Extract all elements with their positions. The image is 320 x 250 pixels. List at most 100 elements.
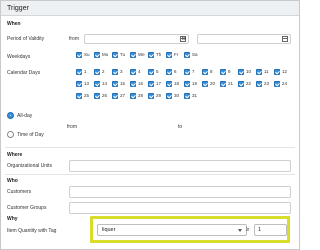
calendar-day-checkbox[interactable] xyxy=(112,93,118,99)
calendar-day-checkbox[interactable] xyxy=(112,69,118,75)
calendar-day-label: 6 xyxy=(174,69,177,74)
tag-select[interactable]: liquer xyxy=(97,224,247,236)
weekday-label: Th xyxy=(156,52,162,57)
org-units-label: Organizational Units xyxy=(7,163,53,169)
calendar-icon[interactable] xyxy=(282,36,288,42)
weekdays-label: Weekdays xyxy=(7,54,31,60)
operator-label: ≥ xyxy=(246,227,250,233)
customer-groups-input[interactable] xyxy=(69,202,291,214)
period-to-label: to xyxy=(182,36,187,42)
time-of-day-label: Time of Day xyxy=(17,132,44,138)
weekday-checkbox[interactable] xyxy=(76,52,82,58)
weekday-label: Mo xyxy=(102,52,109,57)
calendar-day-label: 26 xyxy=(102,93,108,98)
calendar-day-label: 12 xyxy=(282,69,288,74)
calendar-day-checkbox[interactable] xyxy=(130,93,136,99)
org-units-input[interactable] xyxy=(69,160,291,172)
calendar-day-checkbox[interactable] xyxy=(256,69,262,75)
time-to-label: to xyxy=(178,124,183,130)
calendar-day-checkbox[interactable] xyxy=(184,69,190,75)
calendar-day-label: 8 xyxy=(210,69,213,74)
calendar-day-checkbox[interactable] xyxy=(238,81,244,87)
period-label: Period of Validity xyxy=(7,36,45,42)
customers-input[interactable] xyxy=(69,186,291,198)
calendar-day-label: 23 xyxy=(264,81,270,86)
tag-select-value: liquer xyxy=(102,227,116,233)
calendar-day-label: 13 xyxy=(84,81,90,86)
calendar-day-checkbox[interactable] xyxy=(220,81,226,87)
section-who: Who xyxy=(7,178,18,184)
calendar-day-checkbox[interactable] xyxy=(184,81,190,87)
calendar-day-checkbox[interactable] xyxy=(238,69,244,75)
calendar-day-checkbox[interactable] xyxy=(76,81,82,87)
section-when: When xyxy=(7,21,21,27)
calendar-day-checkbox[interactable] xyxy=(166,81,172,87)
calendar-day-checkbox[interactable] xyxy=(130,69,136,75)
calendar-day-checkbox[interactable] xyxy=(76,93,82,99)
all-day-label: All-day xyxy=(17,113,33,119)
calendar-day-label: 4 xyxy=(138,69,141,74)
time-of-day-radio[interactable] xyxy=(7,131,14,138)
period-to-input[interactable] xyxy=(197,34,291,44)
calendar-day-checkbox[interactable] xyxy=(148,81,154,87)
calendar-day-label: 21 xyxy=(228,81,234,86)
calendar-day-label: 14 xyxy=(102,81,108,86)
calendar-day-label: 22 xyxy=(246,81,252,86)
calendar-days-label: Calendar Days xyxy=(7,70,41,76)
weekday-checkbox[interactable] xyxy=(130,52,136,58)
calendar-day-checkbox[interactable] xyxy=(148,93,154,99)
divider xyxy=(5,174,295,175)
calendar-day-checkbox[interactable] xyxy=(130,81,136,87)
weekday-checkbox[interactable] xyxy=(148,52,154,58)
customers-label: Customers xyxy=(7,189,32,195)
trigger-panel: Trigger When Period of Validity from to … xyxy=(0,0,300,250)
time-from-label: from xyxy=(67,124,77,130)
weekday-checkbox[interactable] xyxy=(94,52,100,58)
weekday-checkbox[interactable] xyxy=(112,52,118,58)
calendar-day-checkbox[interactable] xyxy=(202,69,208,75)
calendar-day-checkbox[interactable] xyxy=(166,69,172,75)
calendar-day-label: 31 xyxy=(192,93,198,98)
weekday-label: We xyxy=(138,52,145,57)
calendar-day-label: 2 xyxy=(102,69,105,74)
calendar-day-label: 30 xyxy=(174,93,180,98)
calendar-day-checkbox[interactable] xyxy=(274,69,280,75)
calendar-day-checkbox[interactable] xyxy=(256,81,262,87)
calendar-day-checkbox[interactable] xyxy=(202,81,208,87)
panel-title: Trigger xyxy=(1,1,299,16)
calendar-day-checkbox[interactable] xyxy=(166,93,172,99)
calendar-day-checkbox[interactable] xyxy=(148,69,154,75)
weekday-label: Tu xyxy=(120,52,126,57)
item-quantity-tag-label: Item Quantity with Tag xyxy=(7,228,57,234)
weekday-checkbox[interactable] xyxy=(184,52,190,58)
all-day-radio[interactable] xyxy=(7,112,14,119)
calendar-day-checkbox[interactable] xyxy=(94,93,100,99)
weekday-label: Sa xyxy=(192,52,198,57)
calendar-day-label: 27 xyxy=(120,93,126,98)
period-from-label: from xyxy=(69,36,79,42)
calendar-day-label: 11 xyxy=(264,69,269,74)
calendar-day-checkbox[interactable] xyxy=(76,69,82,75)
chevron-down-icon xyxy=(238,229,242,232)
section-why: Why xyxy=(7,216,18,222)
calendar-day-checkbox[interactable] xyxy=(274,81,280,87)
calendar-day-label: 17 xyxy=(156,81,162,86)
quantity-input[interactable]: 1 xyxy=(254,224,287,236)
calendar-day-label: 28 xyxy=(138,93,144,98)
weekday-label: Fr xyxy=(174,52,179,57)
calendar-day-checkbox[interactable] xyxy=(94,81,100,87)
period-from-input[interactable] xyxy=(84,34,189,44)
calendar-day-label: 10 xyxy=(246,69,252,74)
calendar-day-label: 7 xyxy=(192,69,195,74)
calendar-day-label: 16 xyxy=(138,81,144,86)
calendar-day-label: 1 xyxy=(84,69,87,74)
calendar-day-label: 3 xyxy=(120,69,123,74)
weekday-checkbox[interactable] xyxy=(166,52,172,58)
calendar-day-checkbox[interactable] xyxy=(94,69,100,75)
weekday-label: Su xyxy=(84,52,90,57)
calendar-day-label: 9 xyxy=(228,69,231,74)
calendar-day-label: 25 xyxy=(84,93,90,98)
calendar-day-checkbox[interactable] xyxy=(220,69,226,75)
calendar-day-checkbox[interactable] xyxy=(184,93,190,99)
calendar-day-checkbox[interactable] xyxy=(112,81,118,87)
